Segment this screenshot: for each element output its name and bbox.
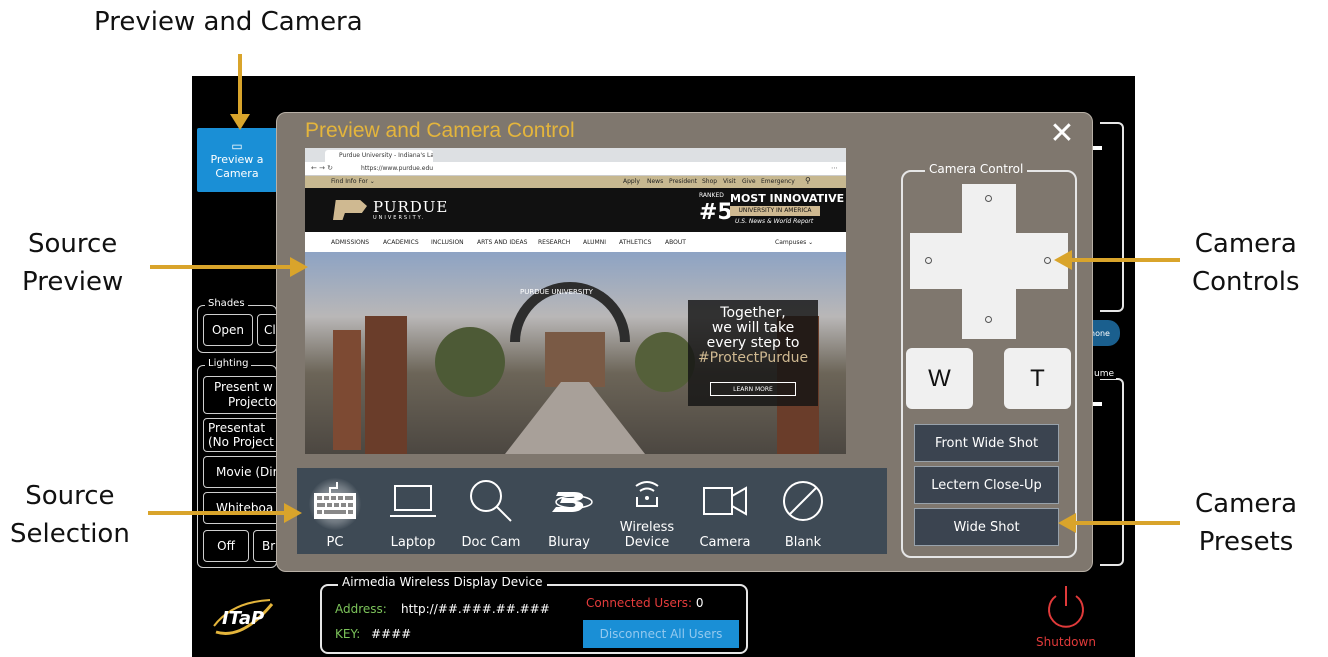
arrow-camera-controls-head: [1054, 250, 1072, 270]
power-icon: [1048, 586, 1084, 628]
callout-line: Selection: [10, 518, 130, 549]
callout-line: Preview: [22, 266, 124, 297]
arrow-source-selection-shaft: [148, 511, 286, 515]
pan-up-button[interactable]: [985, 195, 992, 202]
button-line: Presentat: [208, 421, 266, 435]
key-value: ####: [371, 627, 412, 641]
volume-label: ume: [1092, 369, 1117, 379]
shades-open-button[interactable]: Open: [203, 314, 253, 346]
button-line: Present w: [214, 380, 273, 394]
pan-down-button[interactable]: [985, 316, 992, 323]
callout-line: Source: [25, 481, 115, 511]
callout-line: Presets: [1198, 526, 1294, 557]
preview-and-camera-button[interactable]: ▭ Preview a Camera: [197, 128, 277, 192]
shutdown-button[interactable]: Shutdown: [1028, 584, 1104, 650]
arrow-preview-camera-shaft: [238, 54, 242, 116]
preset-front-wide-shot-button[interactable]: Front Wide Shot: [914, 424, 1059, 462]
address-value: http://##.###.##.###: [401, 602, 550, 616]
airmedia-label: Airmedia Wireless Display Device: [338, 575, 547, 589]
callout-camera-presets: Camera Presets: [1195, 486, 1297, 561]
callout-line: Camera: [1195, 489, 1298, 519]
callout-line: Camera: [1194, 229, 1297, 259]
arrow-camera-presets-shaft: [1074, 521, 1180, 525]
button-line: (No Project: [208, 435, 274, 449]
callout-preview-and-camera: Preview and Camera: [94, 7, 363, 37]
zoom-wide-button[interactable]: W: [906, 348, 973, 409]
camera-control-label: Camera Control: [925, 162, 1028, 176]
screen-share-icon: ▭: [231, 139, 243, 153]
callout-line: Controls: [1192, 266, 1300, 297]
pan-left-button[interactable]: [925, 257, 932, 264]
right-bracket-bottom: [1100, 378, 1124, 566]
connected-users-label: Connected Users:: [586, 596, 693, 610]
preview-button-line: Camera: [215, 167, 259, 180]
disconnect-all-users-button[interactable]: Disconnect All Users: [583, 620, 739, 648]
zoom-tele-button[interactable]: T: [1004, 348, 1071, 409]
arrow-source-preview-shaft: [150, 265, 292, 269]
arrow-source-selection-head: [284, 503, 302, 523]
pan-right-button[interactable]: [1044, 257, 1051, 264]
camera-control-region: Camera Control W T Front Wide Shot Lecte…: [276, 112, 1093, 572]
lighting-label: Lighting: [205, 358, 252, 369]
itap-logo: ITaP: [213, 599, 274, 635]
callout-line: Source: [27, 229, 118, 259]
callout-source-preview: Source Preview: [22, 226, 123, 301]
arrow-source-preview-head: [290, 257, 308, 277]
connected-users: Connected Users: 0: [586, 596, 704, 610]
address-label: Address:: [335, 602, 387, 616]
callout-source-selection: Source Selection: [10, 478, 130, 553]
preset-wide-shot-button[interactable]: Wide Shot: [914, 508, 1059, 546]
logo-text: ITaP: [222, 608, 264, 629]
lighting-off-button[interactable]: Off: [203, 530, 249, 562]
shades-label: Shades: [205, 298, 248, 309]
arrow-camera-presets-head: [1058, 513, 1076, 533]
arrow-preview-camera-head: [230, 114, 250, 130]
connected-users-count: 0: [695, 596, 704, 610]
arrow-camera-controls-shaft: [1070, 258, 1180, 262]
callout-camera-controls: Camera Controls: [1192, 226, 1300, 301]
preset-lectern-close-up-button[interactable]: Lectern Close-Up: [914, 466, 1059, 504]
right-bracket-top: [1100, 122, 1124, 312]
key-label: KEY:: [335, 627, 361, 641]
shutdown-label: Shutdown: [1036, 635, 1096, 649]
annotated-screenshot: Preview and Camera Source Preview Source…: [0, 0, 1328, 657]
preview-button-line: Preview a: [210, 153, 264, 166]
button-line: Projecto: [228, 395, 277, 409]
